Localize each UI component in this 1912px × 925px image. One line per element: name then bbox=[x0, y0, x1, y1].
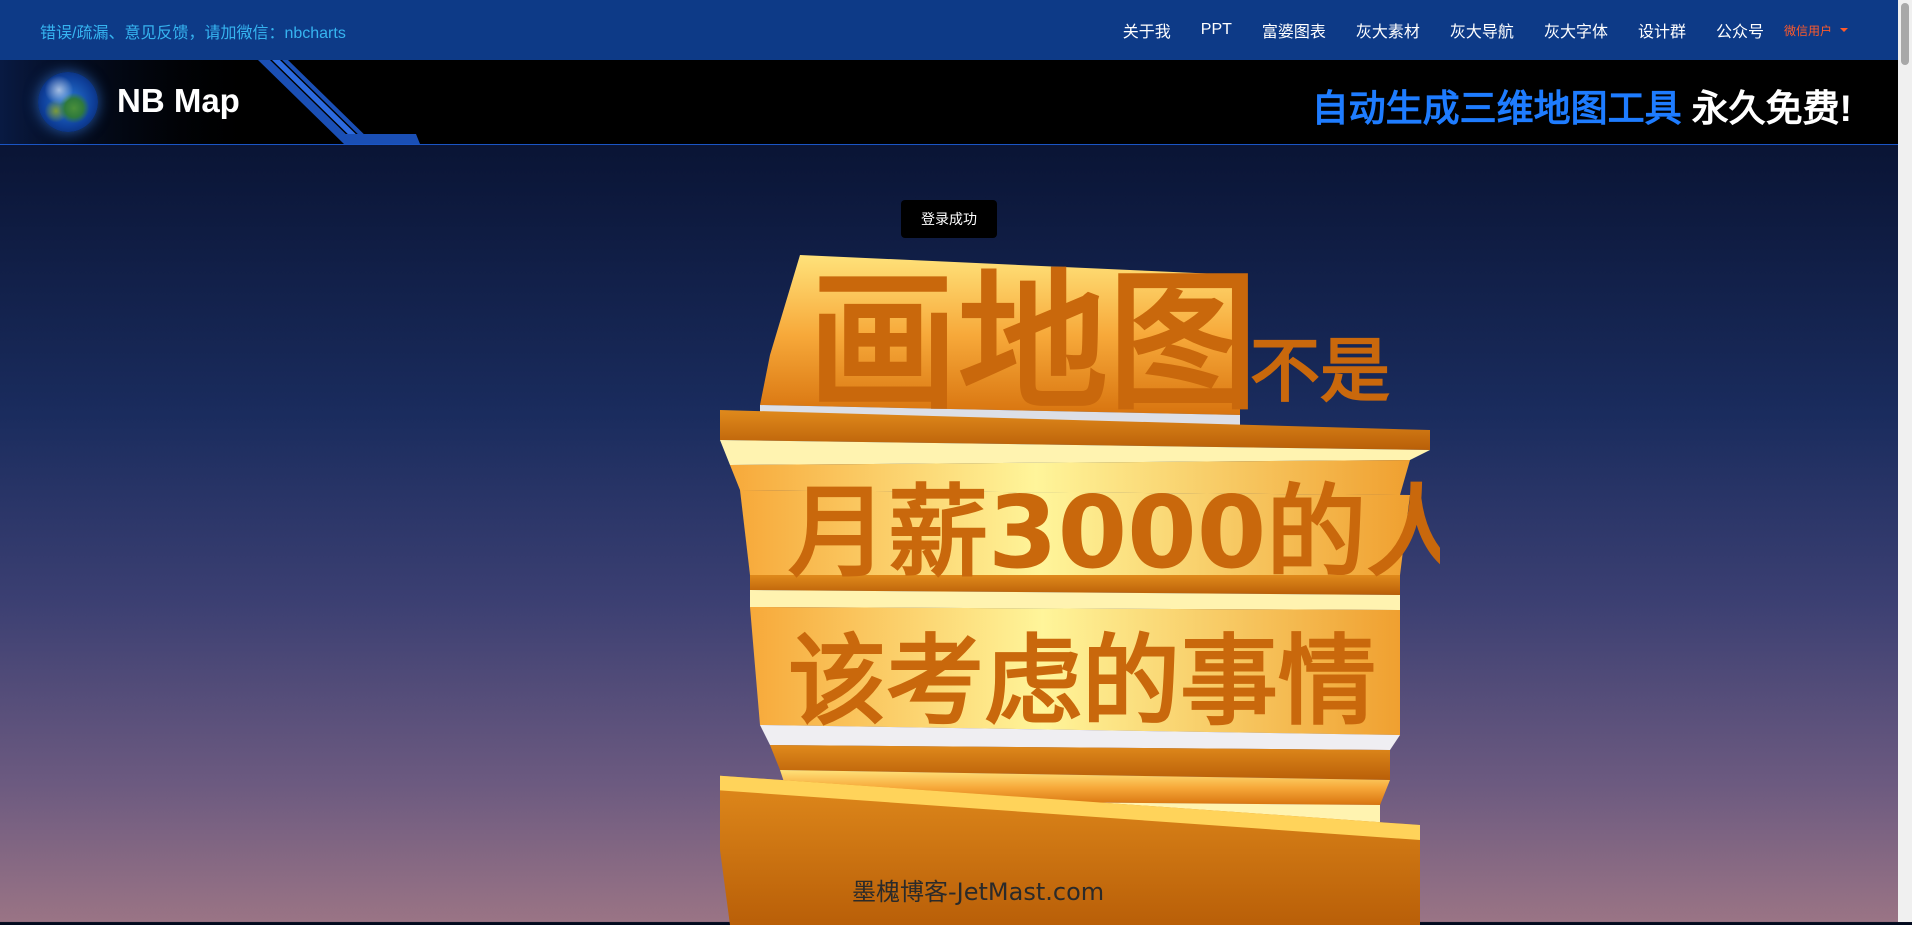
hero-line1-big: 画地图 bbox=[808, 257, 1258, 431]
slogan-primary: 自动生成三维地图工具 bbox=[1311, 88, 1682, 129]
brand-name[interactable]: NB Map bbox=[117, 82, 240, 120]
nav-navigation[interactable]: 灰大导航 bbox=[1450, 18, 1514, 42]
hero-line1-small: 不是 bbox=[1250, 330, 1390, 412]
nav-about[interactable]: 关于我 bbox=[1123, 18, 1171, 42]
page-scrollbar[interactable] bbox=[1898, 0, 1912, 922]
user-name: 微信用户 bbox=[1783, 23, 1832, 38]
caret-down-icon bbox=[1840, 28, 1848, 32]
site-header: NB Map 自动生成三维地图工具 永久免费! bbox=[0, 60, 1898, 145]
nav-official-account[interactable]: 公众号 bbox=[1716, 18, 1764, 42]
nav-design-group[interactable]: 设计群 bbox=[1638, 18, 1686, 42]
hero-line2: 月薪3000的人 bbox=[788, 474, 1440, 591]
top-bar: 错误/疏漏、意见反馈，请加微信：nbcharts 关于我 PPT 富婆图表 灰大… bbox=[0, 0, 1898, 61]
scrollbar-thumb[interactable] bbox=[1901, 3, 1909, 65]
nav-materials[interactable]: 灰大素材 bbox=[1356, 18, 1420, 42]
feedback-link[interactable]: 错误/疏漏、意见反馈，请加微信：nbcharts bbox=[40, 19, 346, 43]
slogan-secondary: 永久免费! bbox=[1691, 88, 1852, 129]
nav-fonts[interactable]: 灰大字体 bbox=[1544, 18, 1608, 42]
nav-charts[interactable]: 富婆图表 bbox=[1262, 18, 1326, 42]
top-nav: 关于我 PPT 富婆图表 灰大素材 灰大导航 灰大字体 设计群 公众号 微信用户 bbox=[1093, 0, 1848, 60]
watermark-text: 墨槐博客-JetMast.com bbox=[852, 878, 1105, 906]
login-success-toast: 登录成功 bbox=[901, 200, 997, 238]
header-slogan: 自动生成三维地图工具 永久免费! bbox=[1312, 78, 1852, 132]
hero-3d-artwork: 画地图 不是 月薪3000的人 该考虑的事情 bbox=[720, 255, 1440, 925]
user-menu[interactable]: 微信用户 bbox=[1784, 22, 1848, 39]
nav-ppt[interactable]: PPT bbox=[1201, 21, 1232, 39]
hero-line3: 该考虑的事情 bbox=[788, 625, 1376, 739]
globe-logo-icon bbox=[38, 72, 98, 132]
